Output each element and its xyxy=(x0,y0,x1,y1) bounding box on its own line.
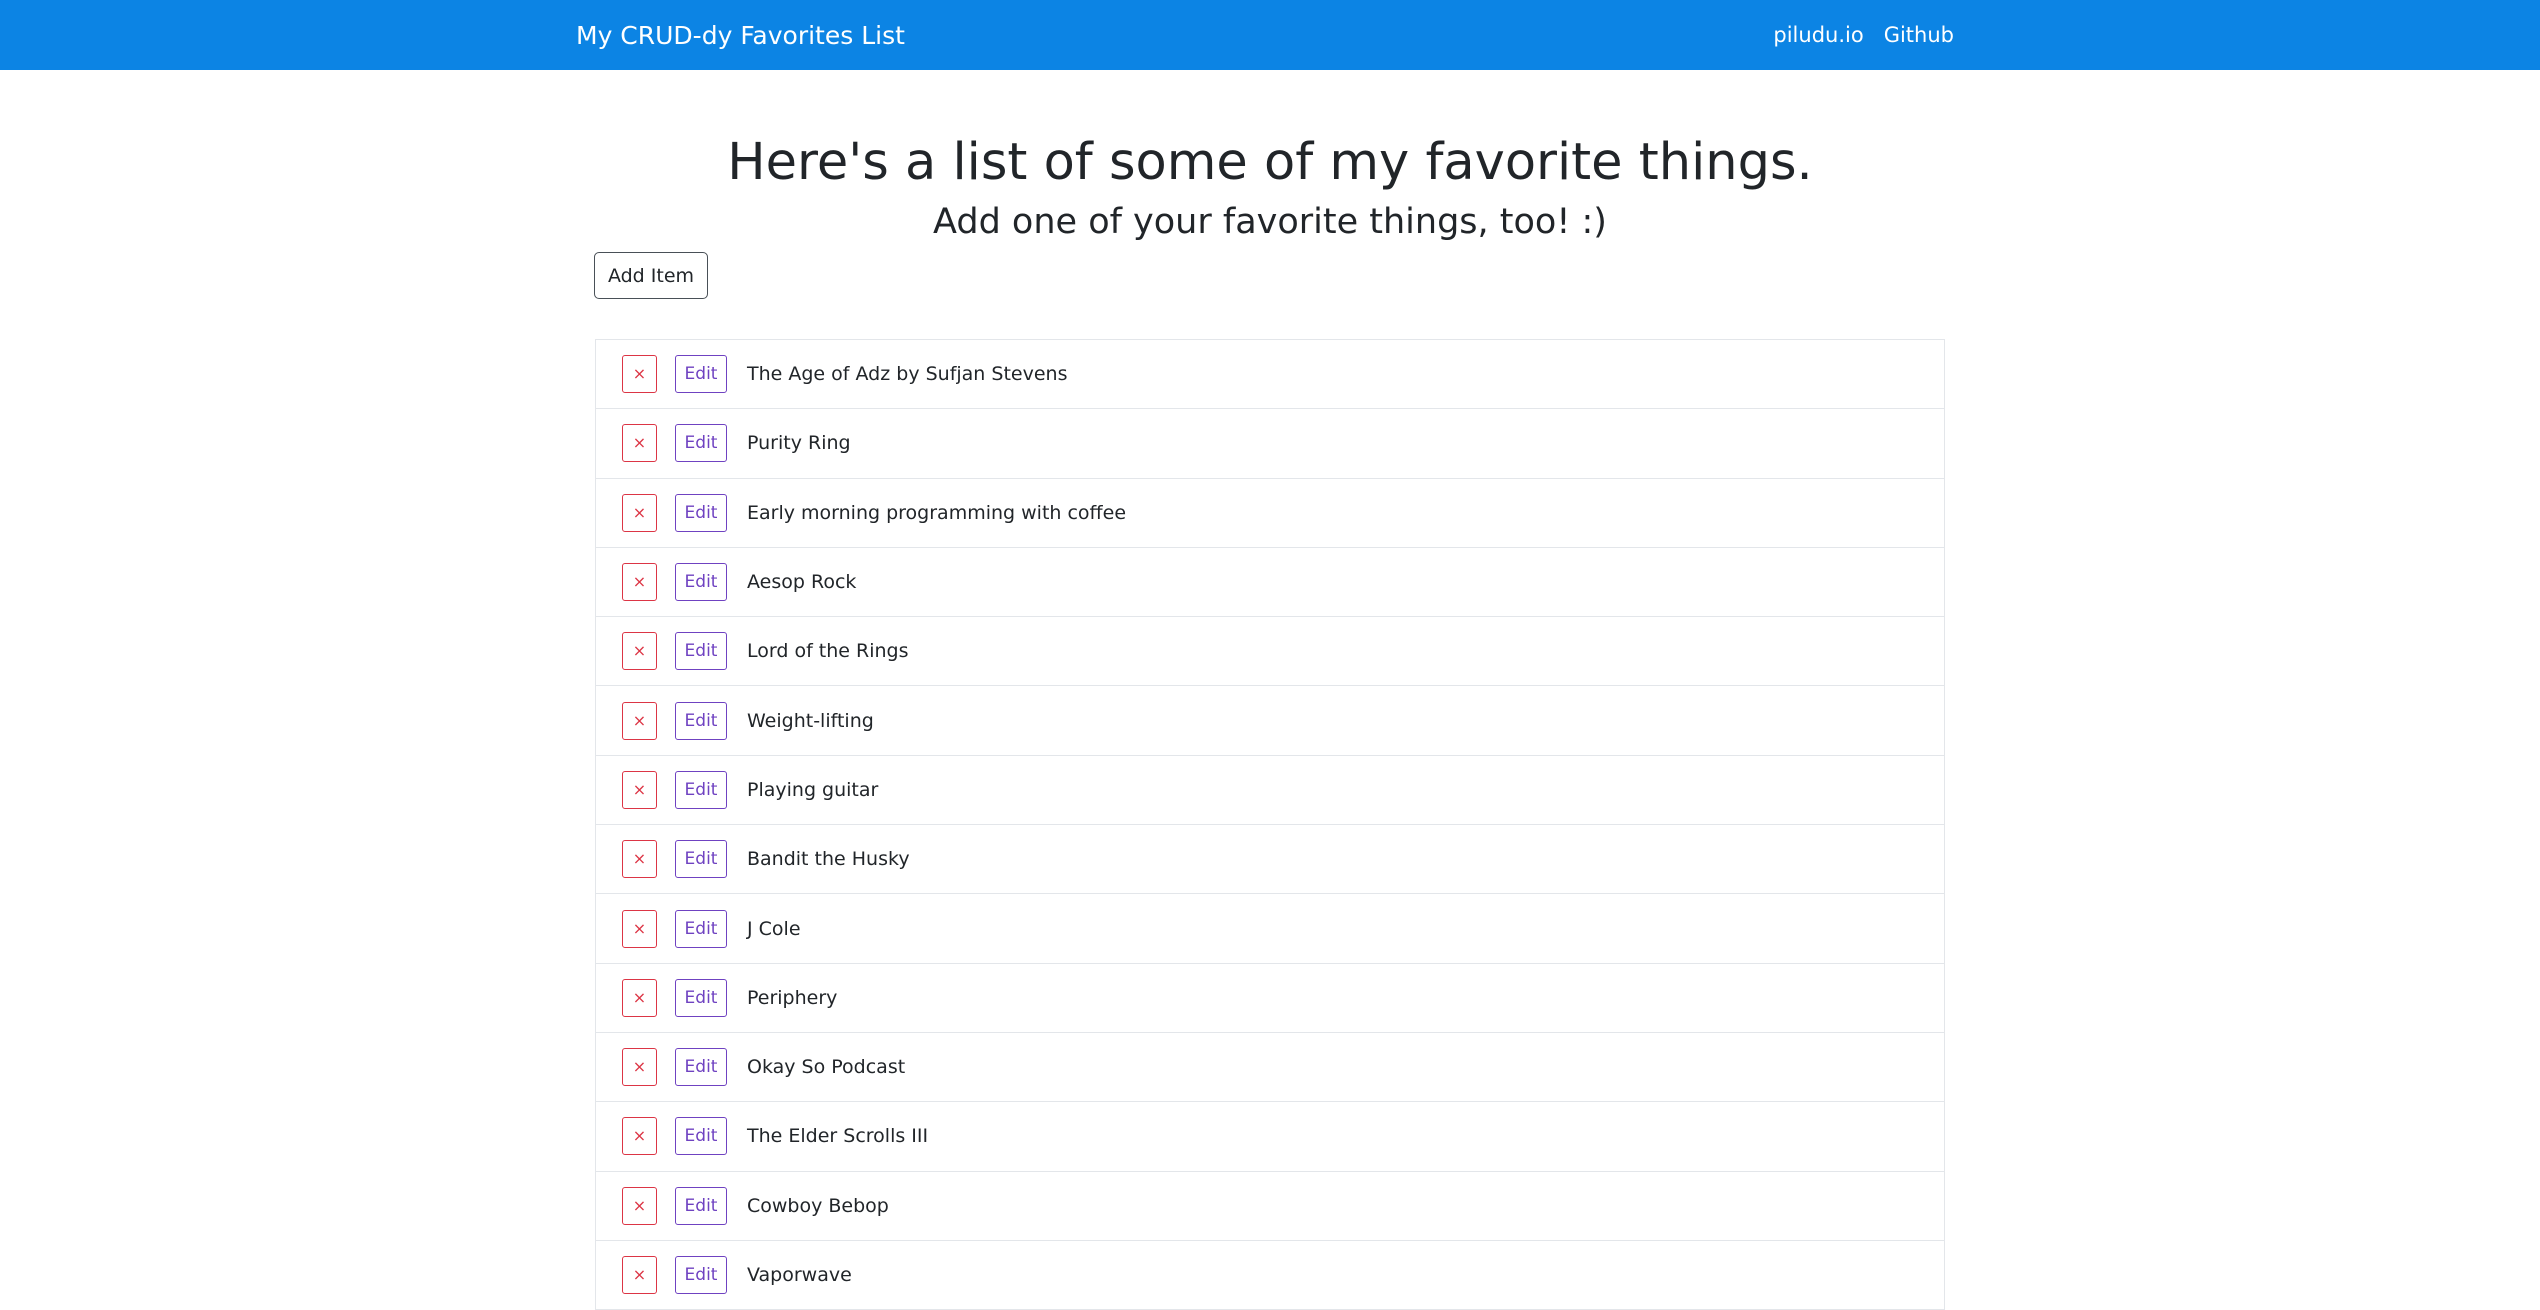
item-text: Periphery xyxy=(747,986,838,1009)
item-text: Cowboy Bebop xyxy=(747,1194,889,1217)
edit-button[interactable]: Edit xyxy=(675,909,727,948)
delete-button[interactable]: × xyxy=(622,493,657,532)
list-item: × Edit Cowboy Bebop xyxy=(596,1172,1944,1241)
list-item: × Edit Vaporwave xyxy=(596,1241,1944,1310)
edit-button[interactable]: Edit xyxy=(675,1048,727,1087)
edit-button[interactable]: Edit xyxy=(675,701,727,740)
edit-button[interactable]: Edit xyxy=(675,840,727,879)
edit-button[interactable]: Edit xyxy=(675,1117,727,1156)
delete-button[interactable]: × xyxy=(622,1186,657,1225)
list-item: × Edit Aesop Rock xyxy=(596,548,1944,618)
item-text: Okay So Podcast xyxy=(747,1056,906,1079)
item-text: Playing guitar xyxy=(747,778,879,801)
item-text: The Age of Adz by Sufjan Stevens xyxy=(747,363,1068,386)
item-text: Vaporwave xyxy=(747,1264,852,1286)
list-item: × Edit Bandit the Husky xyxy=(596,825,1944,895)
list-item: × Edit The Age of Adz by Sufjan Stevens xyxy=(596,340,1944,410)
item-text: Bandit the Husky xyxy=(747,848,910,871)
item-text: Aesop Rock xyxy=(747,571,857,594)
edit-button[interactable]: Edit xyxy=(675,978,727,1017)
page-title: Here's a list of some of my favorite thi… xyxy=(727,133,1813,192)
list-item: × Edit Weight-lifting xyxy=(596,686,1944,756)
delete-button[interactable]: × xyxy=(622,632,657,671)
delete-button[interactable]: × xyxy=(622,840,657,879)
delete-button[interactable]: × xyxy=(622,1256,657,1294)
favorites-list: × Edit The Age of Adz by Sufjan Stevens … xyxy=(595,339,1945,1310)
delete-button[interactable]: × xyxy=(622,355,657,394)
delete-button[interactable]: × xyxy=(622,563,657,602)
delete-button[interactable]: × xyxy=(622,770,657,809)
item-text: The Elder Scrolls III xyxy=(747,1125,929,1148)
item-text: Purity Ring xyxy=(747,432,851,455)
nav-link-piludu[interactable]: piludu.io xyxy=(1773,23,1863,47)
edit-button[interactable]: Edit xyxy=(675,563,727,602)
delete-button[interactable]: × xyxy=(622,701,657,740)
list-item: × Edit Lord of the Rings xyxy=(596,617,1944,687)
list-item: × Edit Early morning programming with co… xyxy=(596,479,1944,548)
edit-button[interactable]: Edit xyxy=(675,1186,727,1225)
navbar-links: piludu.io Github xyxy=(1753,0,1954,70)
item-text: Lord of the Rings xyxy=(747,640,909,663)
list-item: × Edit Okay So Podcast xyxy=(596,1033,1944,1103)
add-item-button[interactable]: Add Item xyxy=(594,252,708,299)
delete-button[interactable]: × xyxy=(622,424,657,463)
delete-button[interactable]: × xyxy=(622,1117,657,1156)
list-item: × Edit J Cole xyxy=(596,894,1944,964)
edit-button[interactable]: Edit xyxy=(675,493,727,532)
edit-button[interactable]: Edit xyxy=(675,424,727,463)
navbar-brand[interactable]: My CRUD-dy Favorites List xyxy=(576,0,905,70)
delete-button[interactable]: × xyxy=(622,978,657,1017)
list-item: × Edit Playing guitar xyxy=(596,756,1944,826)
edit-button[interactable]: Edit xyxy=(675,355,727,394)
item-text: Weight-lifting xyxy=(747,709,874,732)
list-item: × Edit Purity Ring xyxy=(596,409,1944,479)
page-subtitle: Add one of your favorite things, too! :) xyxy=(933,202,1607,242)
item-text: J Cole xyxy=(747,917,801,940)
delete-button[interactable]: × xyxy=(622,1048,657,1087)
edit-button[interactable]: Edit xyxy=(675,632,727,671)
navbar: My CRUD-dy Favorites List piludu.io Gith… xyxy=(0,0,2540,70)
list-item: × Edit Periphery xyxy=(596,964,1944,1033)
item-text: Early morning programming with coffee xyxy=(747,501,1127,524)
list-item: × Edit The Elder Scrolls III xyxy=(596,1102,1944,1172)
edit-button[interactable]: Edit xyxy=(675,1256,727,1294)
nav-link-github[interactable]: Github xyxy=(1884,23,1954,47)
edit-button[interactable]: Edit xyxy=(675,770,727,809)
delete-button[interactable]: × xyxy=(622,909,657,948)
